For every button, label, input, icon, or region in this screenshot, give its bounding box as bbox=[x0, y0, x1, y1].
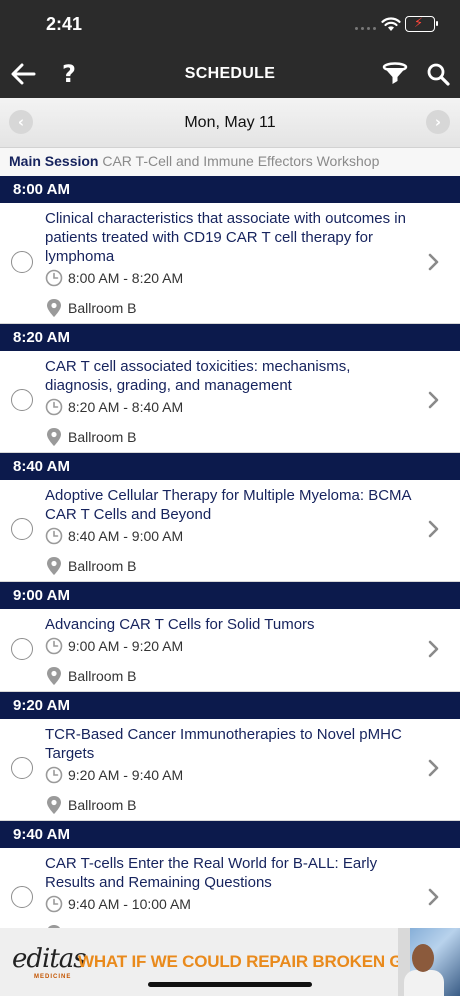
clock-icon bbox=[45, 766, 63, 784]
ad-logo: editas bbox=[12, 944, 87, 974]
chevron-right-icon bbox=[428, 520, 440, 543]
ad-photo bbox=[398, 928, 460, 996]
location-pin-icon bbox=[47, 796, 61, 814]
status-time: 2:41 bbox=[46, 14, 83, 34]
chevron-right-icon bbox=[428, 253, 440, 276]
time-slot-header: 8:40 AM bbox=[0, 453, 460, 480]
event-location: Ballroom B bbox=[45, 665, 420, 687]
chevron-right-icon bbox=[428, 640, 440, 663]
nav-bar: ? SCHEDULE bbox=[0, 48, 460, 98]
chevron-right-icon bbox=[428, 888, 439, 906]
event-title: Clinical characteristics that associate … bbox=[45, 210, 406, 265]
clock-icon bbox=[45, 269, 63, 287]
clock-icon bbox=[45, 637, 63, 655]
event-title: TCR-Based Cancer Immunotherapies to Nove… bbox=[45, 726, 402, 762]
favorite-toggle[interactable] bbox=[11, 638, 33, 660]
filter-button[interactable] bbox=[380, 59, 410, 89]
event-time-text: 9:40 AM - 10:00 AM bbox=[68, 896, 191, 912]
time-slot-header: 8:00 AM bbox=[0, 176, 460, 203]
schedule-item[interactable]: Clinical characteristics that associate … bbox=[0, 203, 460, 324]
chevron-right-icon bbox=[428, 759, 439, 777]
event-time: 8:40 AM - 9:00 AM bbox=[45, 525, 420, 547]
home-indicator bbox=[148, 982, 312, 987]
event-time: 8:20 AM - 8:40 AM bbox=[45, 396, 420, 418]
session-name: CAR T-Cell and Immune Effectors Workshop bbox=[102, 153, 380, 169]
clock-icon bbox=[45, 398, 63, 416]
chevron-right-icon: › bbox=[434, 113, 442, 131]
search-button[interactable] bbox=[423, 59, 453, 89]
event-title: Advancing CAR T Cells for Solid Tumors bbox=[45, 616, 315, 633]
event-time-text: 8:00 AM - 8:20 AM bbox=[68, 270, 184, 286]
event-time: 9:40 AM - 10:00 AM bbox=[45, 893, 420, 915]
location-pin-icon bbox=[47, 667, 61, 685]
event-location-text: Ballroom B bbox=[68, 558, 137, 574]
filter-icon bbox=[382, 62, 408, 84]
favorite-toggle[interactable] bbox=[11, 757, 33, 779]
location-pin-icon bbox=[47, 557, 61, 575]
event-location-text: Ballroom B bbox=[68, 429, 137, 445]
favorite-toggle[interactable] bbox=[11, 251, 33, 273]
event-time-text: 9:20 AM - 9:40 AM bbox=[68, 767, 184, 783]
ad-logo-subtitle: MEDICINE bbox=[34, 974, 72, 980]
chevron-right-icon bbox=[428, 888, 440, 911]
schedule-item[interactable]: CAR T cell associated toxicities: mechan… bbox=[0, 351, 460, 453]
time-slot-header: 9:20 AM bbox=[0, 692, 460, 719]
event-location: Ballroom B bbox=[45, 426, 420, 448]
schedule-item[interactable]: CAR T-cells Enter the Real World for B-A… bbox=[0, 848, 460, 928]
chevron-right-icon bbox=[428, 520, 439, 538]
event-location: Ballroom B bbox=[45, 555, 420, 577]
schedule-item[interactable]: TCR-Based Cancer Immunotherapies to Nove… bbox=[0, 719, 460, 821]
clock-icon bbox=[45, 527, 63, 545]
event-location: Ballroom B bbox=[45, 794, 420, 816]
search-icon bbox=[427, 63, 450, 86]
location-pin-icon bbox=[47, 299, 61, 317]
schedule-list: 8:00 AM Clinical characteristics that ass… bbox=[0, 176, 460, 928]
clock-icon bbox=[45, 895, 63, 913]
session-bar: Main Session CAR T-Cell and Immune Effec… bbox=[0, 148, 460, 176]
event-time-text: 8:20 AM - 8:40 AM bbox=[68, 399, 184, 415]
battery-icon: ⚡ bbox=[405, 16, 438, 32]
time-slot-header: 8:20 AM bbox=[0, 324, 460, 351]
event-title: CAR T-cells Enter the Real World for B-A… bbox=[45, 855, 378, 891]
event-location: Ballroom B bbox=[45, 297, 420, 319]
status-bar: 2:41 ⚡ bbox=[0, 0, 460, 48]
event-location-text: Ballroom B bbox=[68, 797, 137, 813]
event-title: Adoptive Cellular Therapy for Multiple M… bbox=[45, 487, 411, 523]
favorite-toggle[interactable] bbox=[11, 389, 33, 411]
chevron-right-icon bbox=[428, 640, 439, 658]
event-title: CAR T cell associated toxicities: mechan… bbox=[45, 358, 351, 394]
chevron-right-icon bbox=[428, 391, 439, 409]
event-location-text: Ballroom B bbox=[68, 668, 137, 684]
schedule-item[interactable]: Advancing CAR T Cells for Solid Tumors 9:… bbox=[0, 609, 460, 692]
time-slot-header: 9:40 AM bbox=[0, 821, 460, 848]
event-time: 9:00 AM - 9:20 AM bbox=[45, 635, 420, 657]
session-main-label: Main Session bbox=[9, 153, 99, 169]
wifi-icon bbox=[381, 17, 401, 31]
event-location-text: Ballroom B bbox=[68, 300, 137, 316]
chevron-right-icon bbox=[428, 759, 440, 782]
favorite-toggle[interactable] bbox=[11, 518, 33, 540]
event-time: 8:00 AM - 8:20 AM bbox=[45, 267, 420, 289]
schedule-item[interactable]: Adoptive Cellular Therapy for Multiple M… bbox=[0, 480, 460, 582]
time-slot-header: 9:00 AM bbox=[0, 582, 460, 609]
chevron-right-icon bbox=[428, 253, 439, 271]
chevron-right-icon bbox=[428, 391, 440, 414]
cellular-signal-icon bbox=[355, 27, 376, 30]
next-day-button[interactable]: › bbox=[426, 110, 450, 134]
event-time-text: 9:00 AM - 9:20 AM bbox=[68, 638, 184, 654]
event-time-text: 8:40 AM - 9:00 AM bbox=[68, 528, 184, 544]
event-time: 9:20 AM - 9:40 AM bbox=[45, 764, 420, 786]
favorite-toggle[interactable] bbox=[11, 886, 33, 908]
location-pin-icon bbox=[47, 428, 61, 446]
date-label: Mon, May 11 bbox=[184, 114, 276, 131]
date-selector: ‹ Mon, May 11 › bbox=[0, 98, 460, 148]
